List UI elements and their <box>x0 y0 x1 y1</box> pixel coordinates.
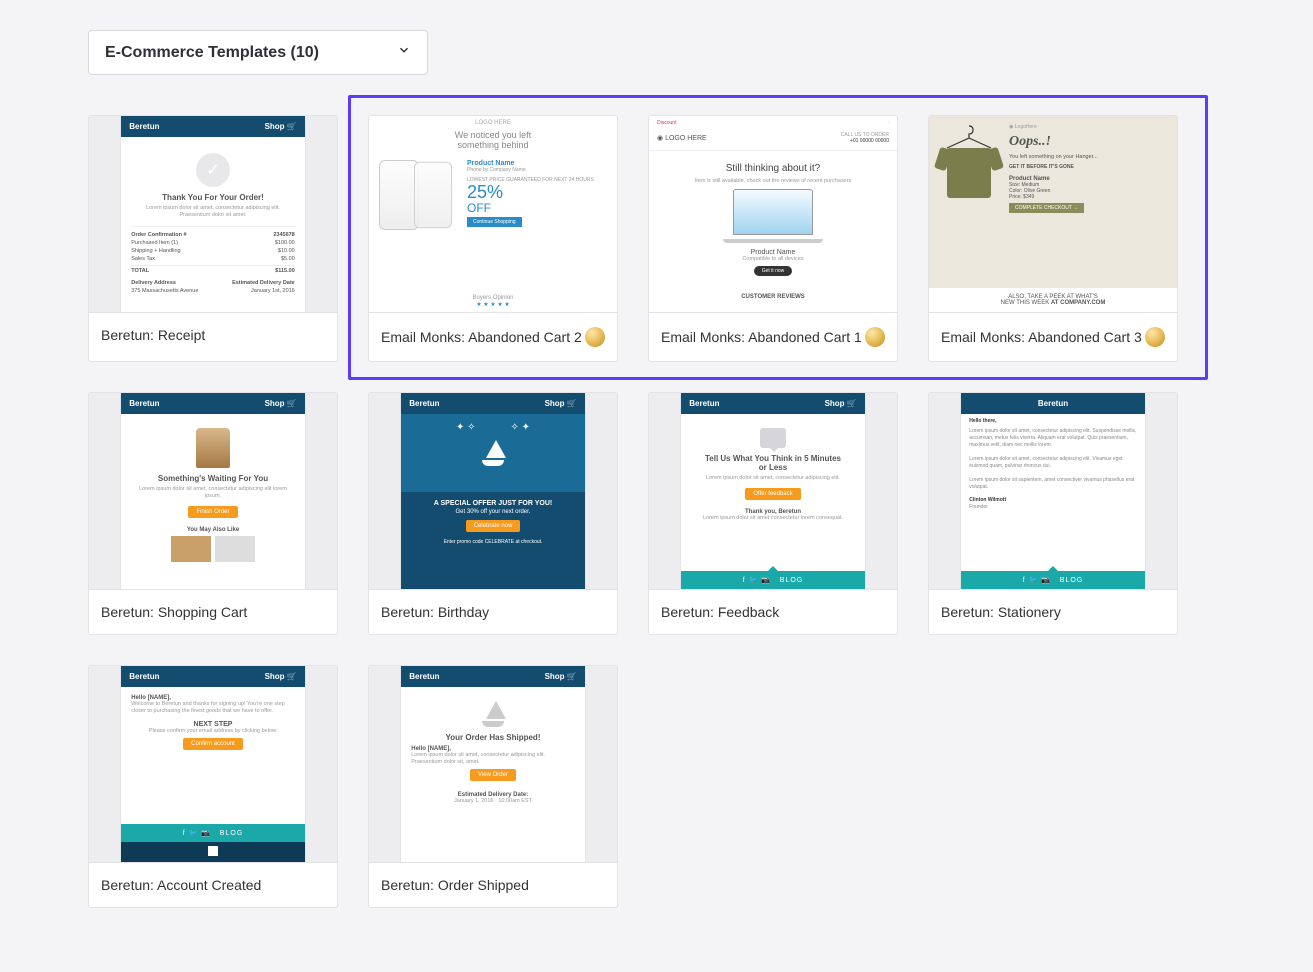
template-card-receipt[interactable]: BeretunShop 🛒 ✓ Thank You For Your Order… <box>88 115 338 362</box>
dropdown-label: E-Commerce Templates (10) <box>105 44 319 62</box>
template-thumb: BeretunShop 🛒 ✦ ✧ ✧ ✦ A SPECIAL OFFER JU… <box>369 393 617 589</box>
author-badge-icon <box>865 327 885 347</box>
template-thumb: Beretun Hello there, Lorem ipsum dolor s… <box>929 393 1177 589</box>
template-grid: BeretunShop 🛒 ✓ Thank You For Your Order… <box>88 115 1225 908</box>
template-title: Beretun: Shopping Cart <box>101 604 247 620</box>
author-badge-icon <box>585 327 605 347</box>
author-badge-icon <box>1145 327 1165 347</box>
category-dropdown[interactable]: E-Commerce Templates (10) <box>88 30 428 75</box>
template-thumb: BeretunShop 🛒 Hello [NAME], Welcome to B… <box>89 666 337 862</box>
chevron-down-icon <box>397 43 411 62</box>
template-card-monks-1[interactable]: Discount· ◉ LOGO HERE CALL US TO ORDER+0… <box>648 115 898 362</box>
template-title: Beretun: Order Shipped <box>381 877 529 893</box>
template-title: Email Monks: Abandoned Cart 1 <box>661 329 862 345</box>
template-title: Beretun: Receipt <box>101 327 205 343</box>
template-title: Email Monks: Abandoned Cart 3 <box>941 329 1142 345</box>
template-card-monks-2[interactable]: LOGO HERE We noticed you left something … <box>368 115 618 362</box>
template-title: Beretun: Account Created <box>101 877 261 893</box>
template-card-birthday[interactable]: BeretunShop 🛒 ✦ ✧ ✧ ✦ A SPECIAL OFFER JU… <box>368 392 618 635</box>
template-thumb: BeretunShop 🛒 ✓ Thank You For Your Order… <box>89 116 337 312</box>
template-card-feedback[interactable]: BeretunShop 🛒 Tell Us What You Think in … <box>648 392 898 635</box>
template-card-shopping-cart[interactable]: BeretunShop 🛒 Something's Waiting For Yo… <box>88 392 338 635</box>
template-card-account-created[interactable]: BeretunShop 🛒 Hello [NAME], Welcome to B… <box>88 665 338 908</box>
template-card-order-shipped[interactable]: BeretunShop 🛒 Your Order Has Shipped! He… <box>368 665 618 908</box>
template-title: Beretun: Stationery <box>941 604 1061 620</box>
template-title: Beretun: Feedback <box>661 604 779 620</box>
template-thumb: BeretunShop 🛒 Your Order Has Shipped! He… <box>369 666 617 862</box>
template-title: Email Monks: Abandoned Cart 2 <box>381 329 582 345</box>
template-thumb: ◉ LogoHere Oops..! You left something on… <box>929 116 1177 312</box>
template-thumb: LOGO HERE We noticed you left something … <box>369 116 617 312</box>
template-card-stationery[interactable]: Beretun Hello there, Lorem ipsum dolor s… <box>928 392 1178 635</box>
template-card-monks-3[interactable]: ◉ LogoHere Oops..! You left something on… <box>928 115 1178 362</box>
template-title: Beretun: Birthday <box>381 604 489 620</box>
template-thumb: BeretunShop 🛒 Tell Us What You Think in … <box>649 393 897 589</box>
template-thumb: Discount· ◉ LOGO HERE CALL US TO ORDER+0… <box>649 116 897 312</box>
template-thumb: BeretunShop 🛒 Something's Waiting For Yo… <box>89 393 337 589</box>
